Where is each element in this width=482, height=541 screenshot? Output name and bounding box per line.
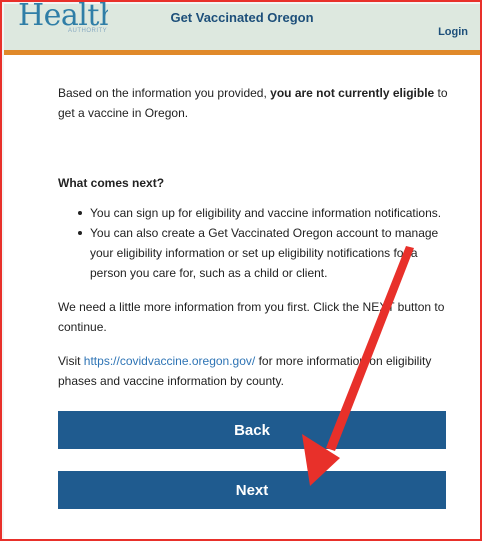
list-item: You can sign up for eligibility and vacc… (78, 203, 448, 223)
covid-vaccine-link[interactable]: https://covidvaccine.oregon.gov/ (84, 354, 255, 368)
more-info-text: We need a little more information from y… (58, 300, 445, 334)
eligibility-result: Based on the information you provided, y… (58, 83, 448, 123)
result-prefix: Based on the information you provided, (58, 86, 267, 100)
app-title: Get Vaccinated Oregon (170, 10, 314, 25)
next-heading: What comes next? (58, 176, 165, 190)
list-item: You can also create a Get Vaccinated Ore… (78, 223, 448, 283)
back-button[interactable]: Back (58, 411, 446, 449)
next-button[interactable]: Next (58, 471, 446, 509)
result-bold: you are not currently eligible (270, 86, 435, 100)
site-header: Health AUTHORITY Get Vaccinated Oregon L… (4, 2, 480, 50)
main-content: Based on the information you provided, y… (4, 55, 480, 539)
page-frame: Health AUTHORITY Get Vaccinated Oregon L… (0, 0, 482, 541)
logo-subtext: AUTHORITY (68, 28, 108, 34)
visit-text: Visit https://covidvaccine.oregon.gov/ f… (58, 351, 448, 391)
login-link[interactable]: Login (438, 26, 468, 38)
next-steps-list: You can sign up for eligibility and vacc… (58, 203, 448, 283)
visit-prefix: Visit (58, 354, 81, 368)
